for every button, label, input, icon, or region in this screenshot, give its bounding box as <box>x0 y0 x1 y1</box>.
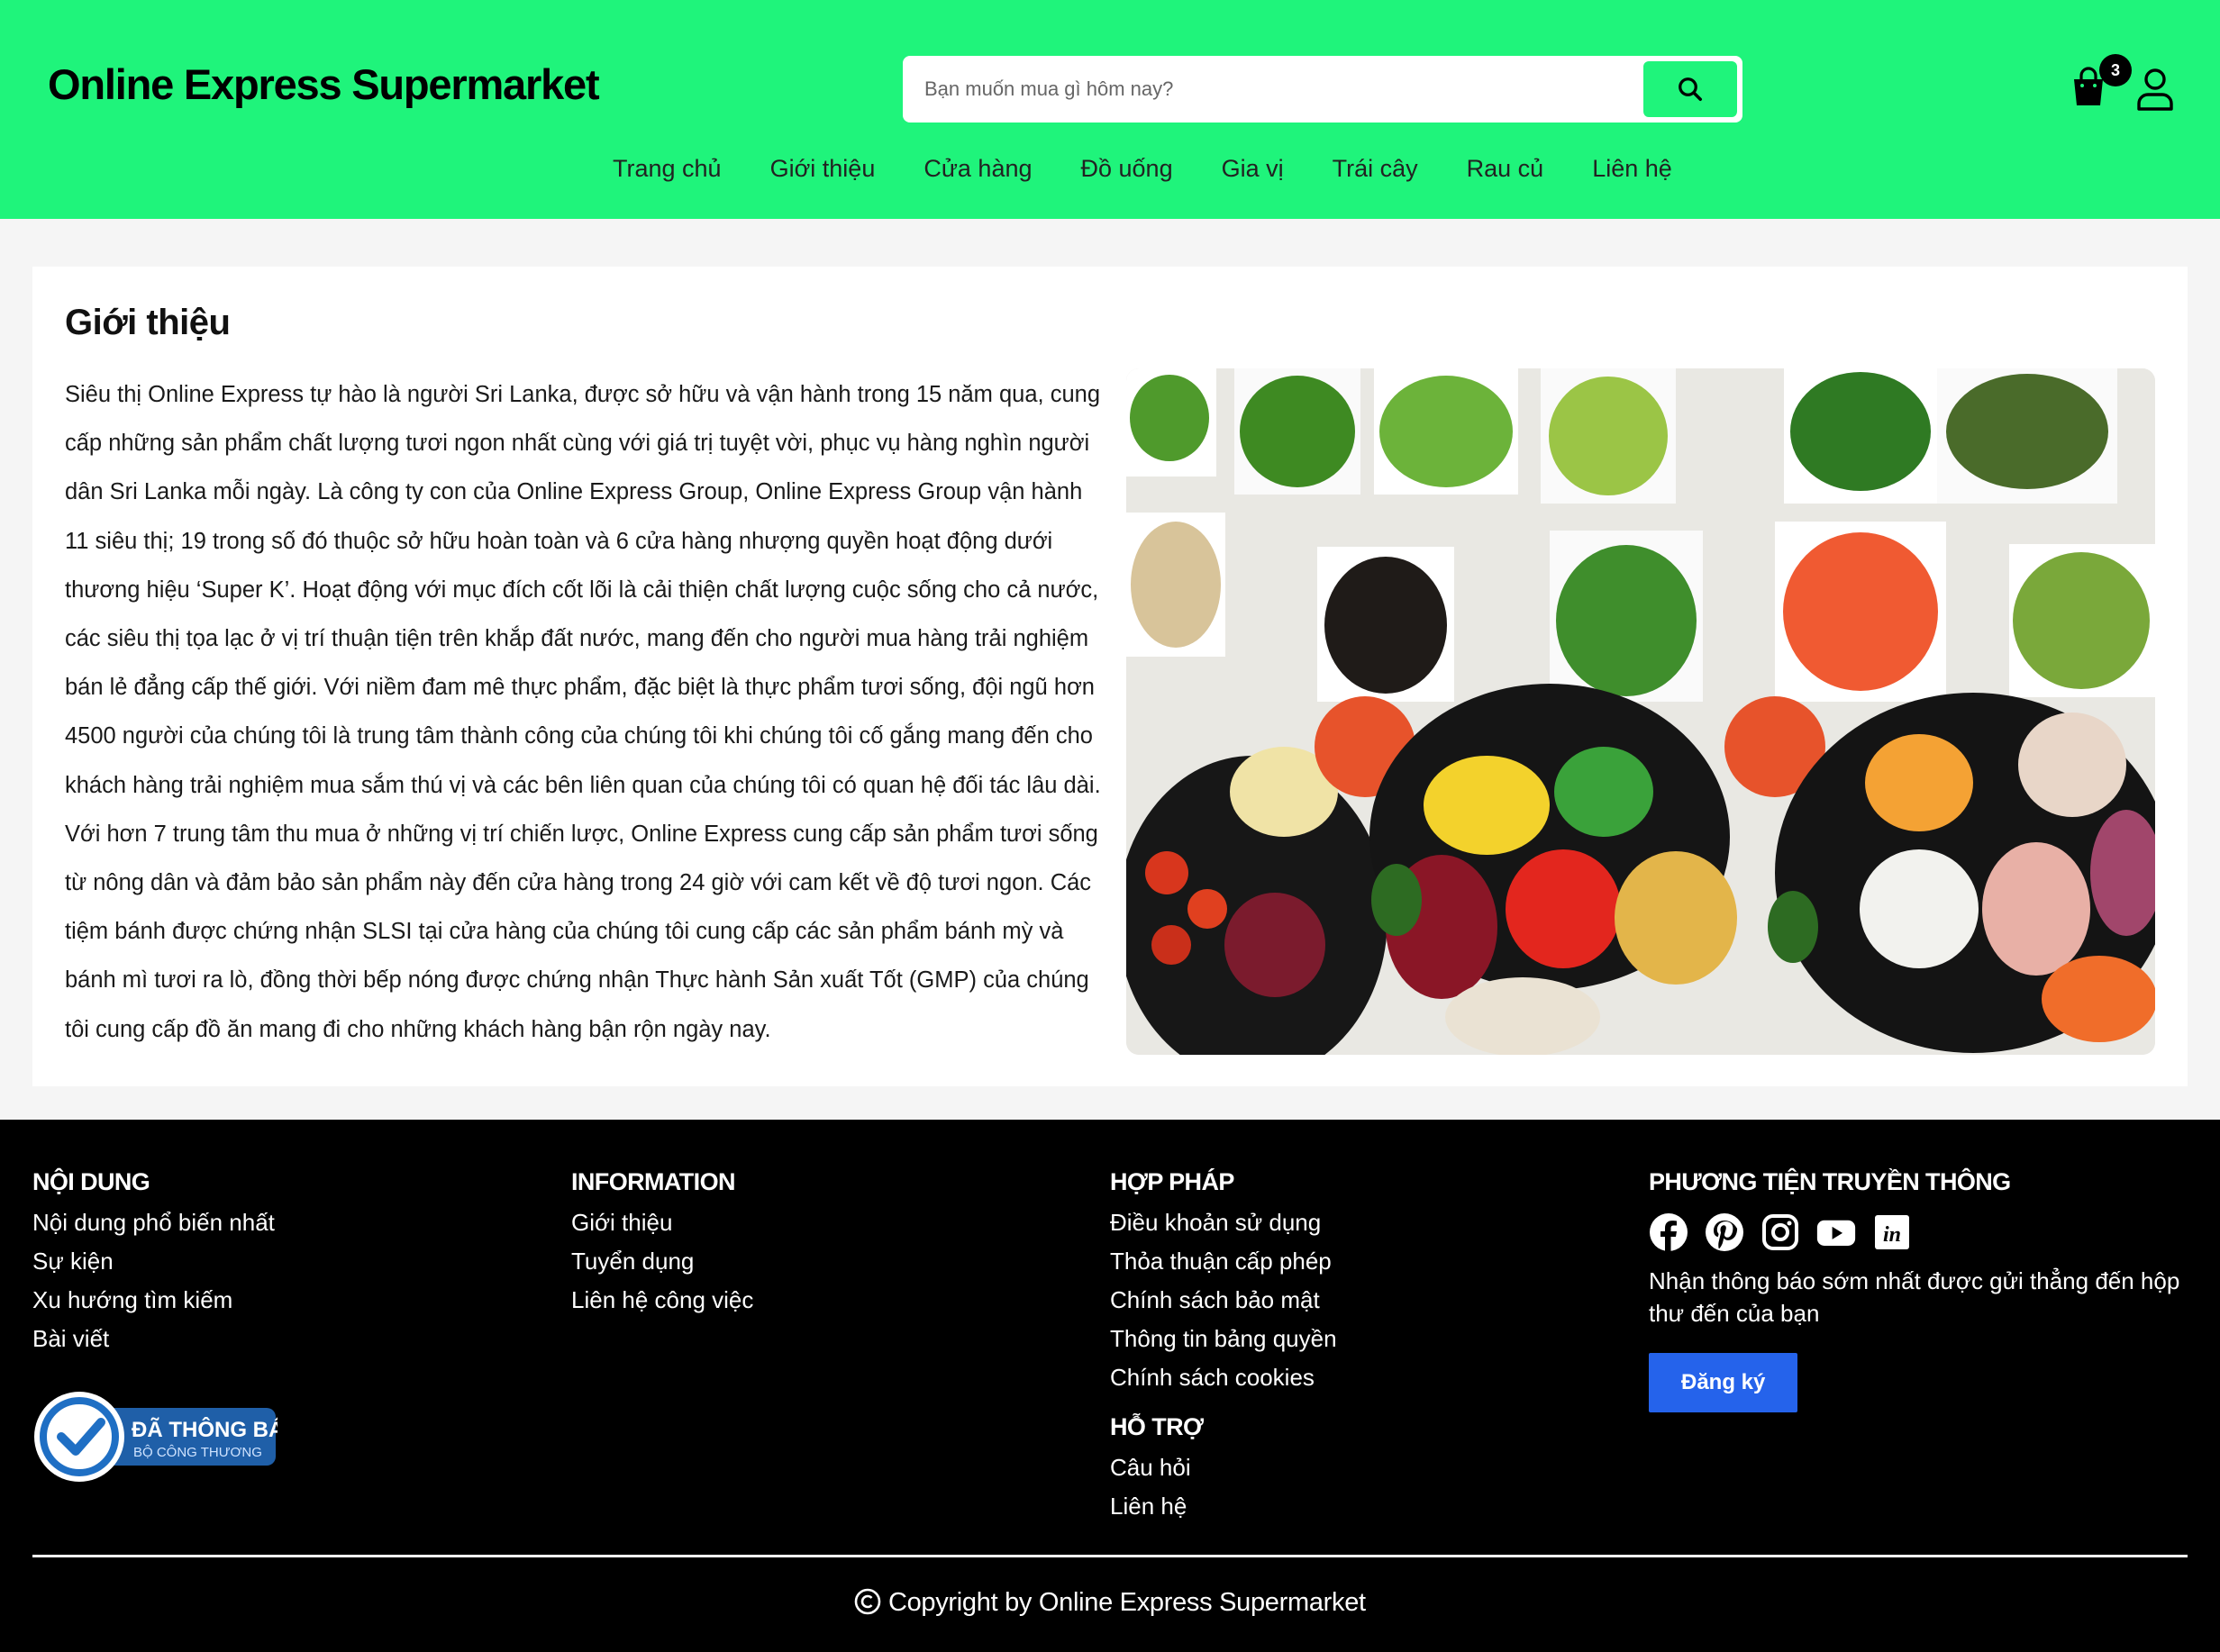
footer-link[interactable]: Chính sách bảo mật <box>1110 1281 1337 1320</box>
nav-spices[interactable]: Gia vị <box>1222 155 1284 183</box>
site-header: Online Express Supermarket 3 Trang chủ G… <box>0 0 2220 219</box>
main-nav: Trang chủ Giới thiệu Cửa hàng Đồ uống Gi… <box>613 155 1672 183</box>
search-button[interactable] <box>1643 61 1737 117</box>
footer-link[interactable]: Chính sách cookies <box>1110 1358 1337 1397</box>
footer-link[interactable]: Thỏa thuận cấp phép <box>1110 1242 1337 1281</box>
footer-content-column: NỘI DUNG Nội dung phổ biến nhất Sự kiện … <box>32 1168 275 1358</box>
youtube-icon[interactable] <box>1816 1212 1856 1252</box>
footer-media-column: PHƯƠNG TIỆN TRUYỀN THÔNG in Nhận thông b… <box>1649 1168 2189 1412</box>
footer-legal-column: HỢP PHÁP Điều khoản sử dụng Thỏa thuận c… <box>1110 1168 1337 1526</box>
gov-badge-line1: ĐÃ THÔNG BÁO <box>132 1417 278 1442</box>
footer-link[interactable]: Nội dung phổ biến nhất <box>32 1203 275 1242</box>
newsletter-text: Nhận thông báo sớm nhất được gửi thẳng đ… <box>1649 1267 2180 1327</box>
footer-link[interactable]: Câu hỏi <box>1110 1448 1337 1487</box>
site-footer: NỘI DUNG Nội dung phổ biến nhất Sự kiện … <box>0 1120 2220 1652</box>
page-title: Giới thiệu <box>65 303 231 342</box>
gov-badge-line2: BỘ CÔNG THƯƠNG <box>133 1445 262 1460</box>
search-input[interactable] <box>924 68 1627 110</box>
cart-count-badge: 3 <box>2099 54 2132 86</box>
nav-contact[interactable]: Liên hệ <box>1592 155 1672 183</box>
vegetables-photo <box>1126 368 2155 1055</box>
gov-registered-badge[interactable]: ĐÃ THÔNG BÁO BỘ CÔNG THƯƠNG <box>32 1390 278 1484</box>
nav-drinks[interactable]: Đồ uống <box>1081 155 1173 183</box>
nav-home[interactable]: Trang chủ <box>613 155 722 183</box>
copyright-text: Copyright by Online Express Supermarket <box>887 1588 1366 1617</box>
footer-link[interactable]: Tuyển dụng <box>571 1242 753 1281</box>
footer-heading: INFORMATION <box>571 1168 735 1195</box>
nav-shop[interactable]: Cửa hàng <box>923 155 1032 183</box>
pinterest-icon[interactable] <box>1705 1212 1744 1252</box>
svg-text:in: in <box>1883 1223 1901 1247</box>
user-icon[interactable] <box>2135 67 2175 112</box>
social-icons: in <box>1649 1212 2189 1252</box>
footer-heading: NỘI DUNG <box>32 1168 150 1195</box>
footer-link[interactable]: Liên hệ <box>1110 1487 1337 1526</box>
footer-link[interactable]: Bài viết <box>32 1320 275 1358</box>
footer-information-column: INFORMATION Giới thiệu Tuyển dụng Liên h… <box>571 1168 753 1320</box>
linkedin-icon[interactable]: in <box>1872 1212 1912 1252</box>
footer-heading: PHƯƠNG TIỆN TRUYỀN THÔNG <box>1649 1168 2011 1195</box>
footer-heading: HỢP PHÁP <box>1110 1168 1234 1195</box>
footer-link[interactable]: Điều khoản sử dụng <box>1110 1203 1337 1242</box>
footer-link[interactable]: Liên hệ công việc <box>571 1281 753 1320</box>
site-logo[interactable]: Online Express Supermarket <box>48 59 600 109</box>
nav-fruits[interactable]: Trái cây <box>1333 155 1418 183</box>
facebook-icon[interactable] <box>1649 1212 1688 1252</box>
footer-link[interactable]: Giới thiệu <box>571 1203 753 1242</box>
search-icon <box>1679 77 1702 101</box>
footer-link[interactable]: Thông tin bảng quyền <box>1110 1320 1337 1358</box>
footer-divider <box>32 1555 2188 1557</box>
about-paragraph: Siêu thị Online Express tự hào là người … <box>65 382 1101 1042</box>
footer-heading: HỖ TRỢ <box>1110 1413 1204 1440</box>
about-section: Giới thiệu Siêu thị Online Express tự hà… <box>32 267 2188 1086</box>
nav-about[interactable]: Giới thiệu <box>770 155 876 183</box>
nav-vegetables[interactable]: Rau củ <box>1467 155 1544 183</box>
subscribe-button[interactable]: Đăng ký <box>1649 1353 1798 1412</box>
instagram-icon[interactable] <box>1761 1212 1800 1252</box>
copyright-icon <box>854 1588 881 1615</box>
footer-link[interactable]: Xu hướng tìm kiếm <box>32 1281 275 1320</box>
copyright: Copyright by Online Express Supermarket <box>0 1588 2220 1618</box>
search-bar <box>903 56 1742 123</box>
vegetables-illustration <box>1126 368 2155 1055</box>
footer-link[interactable]: Sự kiện <box>32 1242 275 1281</box>
